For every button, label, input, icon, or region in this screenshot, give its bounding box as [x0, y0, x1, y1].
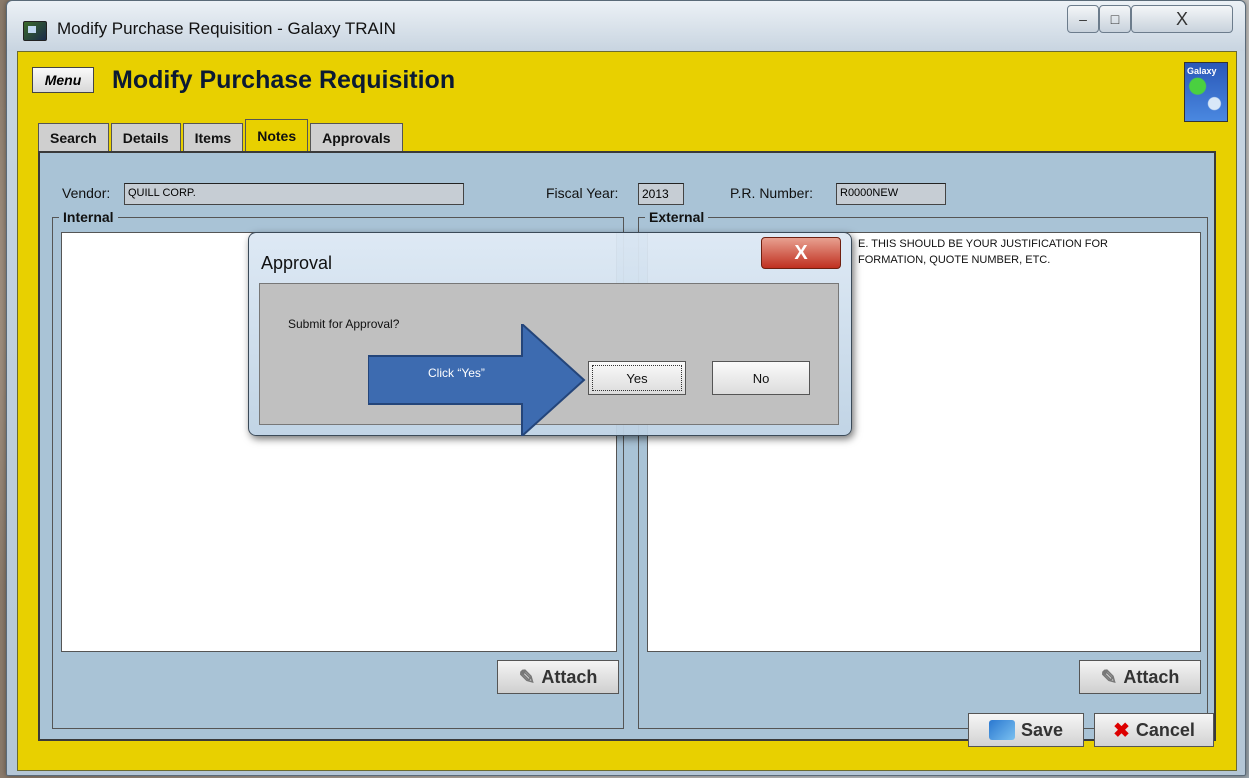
fiscal-year-label: Fiscal Year:: [546, 185, 619, 201]
approval-dialog: Approval X Submit for Approval? Click “Y…: [248, 232, 852, 436]
save-label: Save: [1020, 719, 1064, 740]
maximize-button[interactable]: □: [1099, 5, 1131, 33]
paperclip-icon: ✎: [518, 666, 536, 689]
external-label: External: [645, 209, 709, 225]
vendor-label: Vendor:: [62, 185, 111, 201]
fiscal-year-field[interactable]: 2013: [638, 183, 684, 205]
external-attach-button[interactable]: ✎ Attach: [1079, 660, 1201, 694]
page-title: Modify Purchase Requisition: [112, 66, 456, 94]
vendor-field[interactable]: QUILL CORP.: [124, 183, 464, 205]
galaxy-logo: Galaxy: [1184, 62, 1228, 122]
internal-label: Internal: [59, 209, 118, 225]
attach-label: Attach: [541, 666, 598, 687]
save-icon: [988, 720, 1015, 740]
cancel-button[interactable]: ✖ Cancel: [1094, 713, 1214, 747]
no-button[interactable]: No: [712, 361, 810, 395]
logo-text: Galaxy: [1187, 66, 1217, 76]
window-close-button[interactable]: X: [1131, 5, 1233, 33]
external-text-line2: FORMATION, QUOTE NUMBER, ETC.: [858, 254, 1051, 266]
external-text-line1: E. THIS SHOULD BE YOUR JUSTIFICATION FOR: [858, 238, 1108, 250]
title-bar[interactable]: Modify Purchase Requisition - Galaxy TRA…: [7, 1, 1245, 51]
menu-button[interactable]: Menu: [32, 67, 94, 93]
dialog-title: Approval: [261, 253, 333, 273]
minimize-button[interactable]: –: [1067, 5, 1099, 33]
pr-number-label: P.R. Number:: [730, 185, 813, 201]
tab-details[interactable]: Details: [110, 123, 181, 151]
dialog-body: Submit for Approval? Click “Yes” Yes No: [259, 283, 839, 436]
cancel-label: Cancel: [1135, 719, 1195, 740]
app-icon: [23, 21, 47, 41]
paperclip-icon: ✎: [1100, 666, 1118, 689]
tab-approvals[interactable]: Approvals: [310, 123, 403, 151]
internal-attach-button[interactable]: ✎ Attach: [497, 660, 619, 694]
tab-bar: Search Details Items Notes Approvals: [38, 119, 405, 151]
dialog-close-button[interactable]: X: [761, 237, 841, 269]
tab-search[interactable]: Search: [38, 123, 109, 151]
yes-button[interactable]: Yes: [588, 361, 686, 395]
attach-label: Attach: [1123, 666, 1180, 687]
tab-notes[interactable]: Notes: [245, 119, 309, 151]
cancel-x-icon: ✖: [1113, 719, 1130, 742]
window-title: Modify Purchase Requisition - Galaxy TRA…: [57, 19, 396, 38]
tab-items[interactable]: Items: [182, 123, 244, 151]
pr-number-field[interactable]: R0000NEW: [836, 183, 946, 205]
save-button[interactable]: Save: [968, 713, 1084, 747]
callout-arrow: [368, 324, 586, 436]
callout-text: Click “Yes”: [428, 366, 485, 380]
